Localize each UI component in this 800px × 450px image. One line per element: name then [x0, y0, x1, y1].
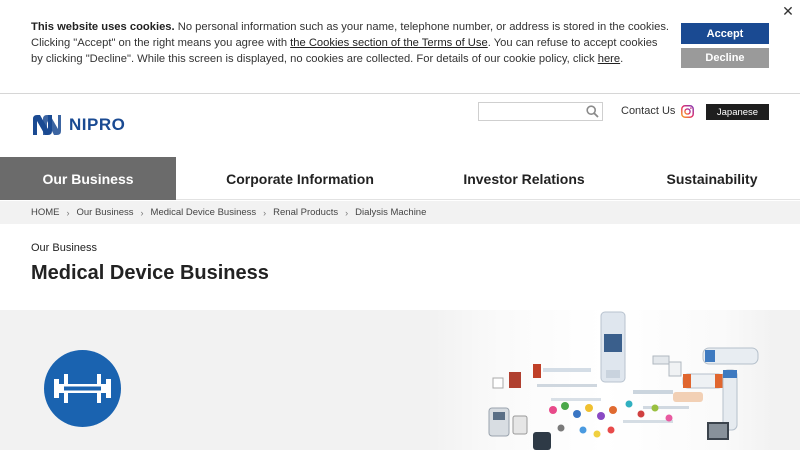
instagram-icon[interactable]: [681, 105, 694, 118]
breadcrumb: HOME › Our Business › Medical Device Bus…: [0, 201, 800, 224]
cookie-message: This website uses cookies. No personal i…: [31, 19, 671, 67]
terms-of-use-link[interactable]: the Cookies section of the Terms of Use: [290, 37, 488, 49]
breadcrumb-medical-device-business[interactable]: Medical Device Business: [151, 207, 257, 218]
accept-button[interactable]: Accept: [681, 23, 769, 44]
breadcrumb-renal-products[interactable]: Renal Products: [273, 207, 338, 218]
medical-products-image: [433, 310, 773, 450]
cookie-policy-link[interactable]: here: [598, 53, 620, 65]
search-box[interactable]: [478, 102, 603, 121]
close-icon[interactable]: ✕: [780, 3, 796, 19]
breadcrumb-separator-icon: ›: [66, 207, 70, 218]
breadcrumb-separator-icon: ›: [140, 207, 144, 218]
search-input[interactable]: [481, 104, 581, 119]
cookie-message-end: .: [620, 53, 624, 65]
hero-section: [0, 310, 800, 450]
main-nav: Our Business Corporate Information Inves…: [0, 157, 800, 200]
breadcrumb-separator-icon: ›: [345, 207, 349, 218]
breadcrumb-current: Dialysis Machine: [355, 207, 427, 218]
breadcrumb-separator-icon: ›: [263, 207, 267, 218]
logo-text: NIPRO: [69, 115, 126, 134]
cookie-message-title: This website uses cookies.: [31, 21, 175, 33]
site-logo[interactable]: NIPRO: [31, 113, 125, 137]
breadcrumb-home[interactable]: HOME: [31, 207, 60, 218]
contact-us-link[interactable]: Contact Us: [621, 105, 675, 117]
decline-button[interactable]: Decline: [681, 48, 769, 68]
dialyzer-icon: [44, 350, 121, 427]
search-icon[interactable]: [586, 105, 599, 118]
nav-our-business[interactable]: Our Business: [0, 157, 176, 200]
page-eyebrow: Our Business: [31, 242, 98, 254]
cookie-banner: This website uses cookies. No personal i…: [0, 0, 800, 94]
breadcrumb-our-business[interactable]: Our Business: [77, 207, 134, 218]
nav-corporate-information[interactable]: Corporate Information: [176, 157, 424, 200]
nav-sustainability[interactable]: Sustainability: [624, 157, 800, 200]
language-switch-button[interactable]: Japanese: [706, 104, 769, 120]
page-title: Medical Device Business: [31, 262, 269, 284]
nipro-logo-icon: [33, 115, 61, 135]
nav-investor-relations[interactable]: Investor Relations: [424, 157, 624, 200]
